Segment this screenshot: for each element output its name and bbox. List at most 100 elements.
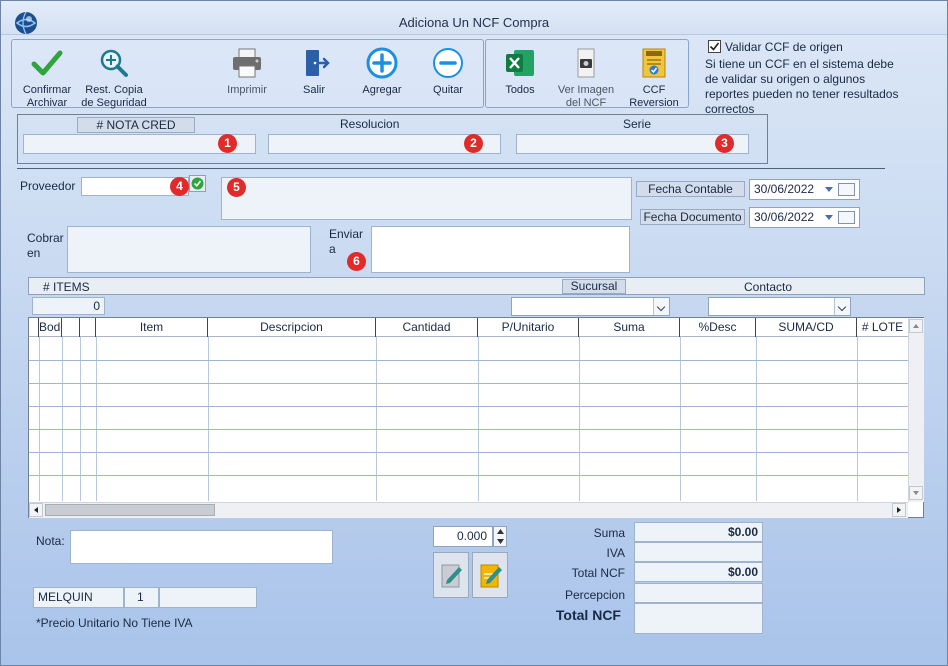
grid-vline: [857, 337, 858, 501]
confirmar-archivar-label: Confirmar Archivar: [22, 84, 72, 109]
enviar-a-textarea[interactable]: [371, 226, 630, 273]
fecha-documento-label: Fecha Documento: [640, 209, 745, 225]
salir-button[interactable]: Salir: [291, 46, 337, 97]
grid-vertical-scrollbar[interactable]: [908, 318, 924, 502]
grid-vline: [39, 337, 40, 501]
scroll-down-icon: [913, 491, 919, 495]
ver-imagen-ncf-button[interactable]: Ver Imagen del NCF: [556, 46, 616, 110]
step-badge-6: 6: [347, 252, 366, 271]
grid-vline: [680, 337, 681, 501]
sucursal-select[interactable]: [511, 297, 670, 316]
imprimir-button[interactable]: Imprimir: [221, 46, 273, 97]
chevron-down-icon[interactable]: [834, 298, 850, 315]
agregar-button[interactable]: Agregar: [355, 46, 409, 97]
ccf-reversion-button[interactable]: CCF Reversion: [621, 46, 687, 110]
validar-ccf-label: Validar CCF de origen: [725, 40, 843, 54]
grid-row-line: [29, 383, 908, 384]
grid-col-desc[interactable]: %Desc: [680, 318, 756, 337]
grid-col-lote[interactable]: # LOTE: [857, 318, 908, 337]
contacto-select[interactable]: [708, 297, 851, 316]
footer-extra: [159, 587, 257, 608]
confirmar-archivar-button[interactable]: Confirmar Archivar: [15, 46, 79, 110]
total-ncf-big-value: [634, 603, 763, 634]
iva-label: IVA: [606, 546, 625, 560]
grid-col-blank-a: [62, 318, 80, 337]
todos-excel-button[interactable]: Todos: [495, 46, 545, 97]
enviar-label: Enviar: [329, 227, 364, 241]
total-ncf-label: Total NCF: [571, 566, 625, 580]
percepcion-value: [634, 583, 763, 603]
step-up-icon[interactable]: [497, 529, 504, 534]
grid-col-descripcion[interactable]: Descripcion: [208, 318, 376, 337]
fecha-contable-picker[interactable]: 30/06/2022: [749, 179, 860, 200]
scroll-down-button[interactable]: [909, 486, 923, 500]
grid-col-suma[interactable]: Suma: [579, 318, 680, 337]
calendar-icon[interactable]: [838, 183, 855, 196]
grid-vline: [756, 337, 757, 501]
restaurar-copia-button[interactable]: Rest. Copia de Seguridad: [79, 46, 149, 110]
minus-circle-icon: [433, 48, 463, 78]
grid-header-row: Bodega Item Descripcion Cantidad P/Unita…: [29, 318, 908, 337]
cobrar-label: Cobrar: [27, 231, 64, 245]
grid-col-suma-cd[interactable]: SUMA/CD: [756, 318, 857, 337]
chevron-down-icon[interactable]: [825, 215, 833, 220]
resolucion-label: Resolucion: [340, 117, 400, 131]
scroll-right-button[interactable]: [892, 503, 906, 517]
excel-icon: [506, 50, 534, 76]
window-title: Adiciona Un NCF Compra: [398, 15, 550, 30]
edit-document-gray-icon: [441, 564, 462, 588]
sucursal-label: Sucursal: [562, 279, 626, 294]
exit-door-icon: [306, 50, 330, 76]
items-grid[interactable]: Bodega Item Descripcion Cantidad P/Unita…: [28, 317, 924, 518]
fecha-contable-label: Fecha Contable: [636, 181, 745, 197]
scroll-thumb[interactable]: [45, 504, 215, 516]
grid-col-p-unitario[interactable]: P/Unitario: [478, 318, 579, 337]
todos-label: Todos: [505, 84, 535, 96]
scroll-up-button[interactable]: [909, 319, 923, 333]
step-down-icon[interactable]: [497, 539, 504, 544]
serie-label: Serie: [623, 117, 652, 131]
grid-col-bodega[interactable]: Bodega: [39, 318, 62, 337]
grid-horizontal-scrollbar[interactable]: [29, 502, 908, 518]
edit-note-button[interactable]: [433, 552, 469, 598]
footer-number: 1: [124, 587, 159, 608]
chevron-down-icon[interactable]: [653, 298, 669, 315]
quitar-label: Quitar: [433, 84, 463, 96]
calendar-icon[interactable]: [838, 211, 855, 224]
restaurar-copia-label: Rest. Copia de Seguridad: [81, 84, 147, 109]
grid-col-cantidad[interactable]: Cantidad: [376, 318, 478, 337]
suma-value: $0.00: [634, 522, 763, 542]
footer-user: MELQUIN: [33, 587, 124, 608]
enviar-label-a: a: [329, 242, 336, 256]
quitar-button[interactable]: Quitar: [423, 46, 473, 97]
scroll-left-icon: [34, 507, 38, 513]
percepcion-label: Percepcion: [564, 588, 625, 602]
fecha-documento-value: 30/06/2022: [754, 210, 815, 224]
nota-textarea[interactable]: [70, 530, 333, 564]
footer-note: *Precio Unitario No Tiene IVA: [36, 616, 193, 630]
grid-vline: [208, 337, 209, 501]
step-badge-4: 4: [170, 177, 189, 196]
camera-document-icon: [577, 48, 595, 78]
ccf-reversion-label: CCF Reversion: [629, 84, 679, 109]
proveedor-lookup-button[interactable]: [189, 175, 206, 192]
nota-label: Nota:: [36, 534, 65, 548]
grid-vline: [579, 337, 580, 501]
ccf-certificate-icon: [642, 48, 666, 78]
grid-row-line: [29, 429, 908, 430]
validar-ccf-checkbox[interactable]: [708, 40, 721, 53]
fecha-documento-picker[interactable]: 30/06/2022: [749, 207, 860, 228]
ver-imagen-label: Ver Imagen del NCF: [557, 84, 615, 109]
cobrar-en-box[interactable]: [67, 226, 311, 273]
chevron-down-icon[interactable]: [825, 187, 833, 192]
items-count: 0: [32, 297, 105, 315]
step-badge-1: 1: [218, 134, 237, 153]
salir-label: Salir: [302, 84, 325, 96]
scroll-left-button[interactable]: [29, 503, 43, 517]
step-badge-3: 3: [715, 134, 734, 153]
grid-vline: [80, 337, 81, 501]
checkmark-icon: [31, 50, 63, 76]
grid-col-item[interactable]: Item: [96, 318, 208, 337]
quantity-input[interactable]: 0.000: [433, 526, 493, 547]
edit-note-yellow-button[interactable]: [472, 552, 508, 598]
